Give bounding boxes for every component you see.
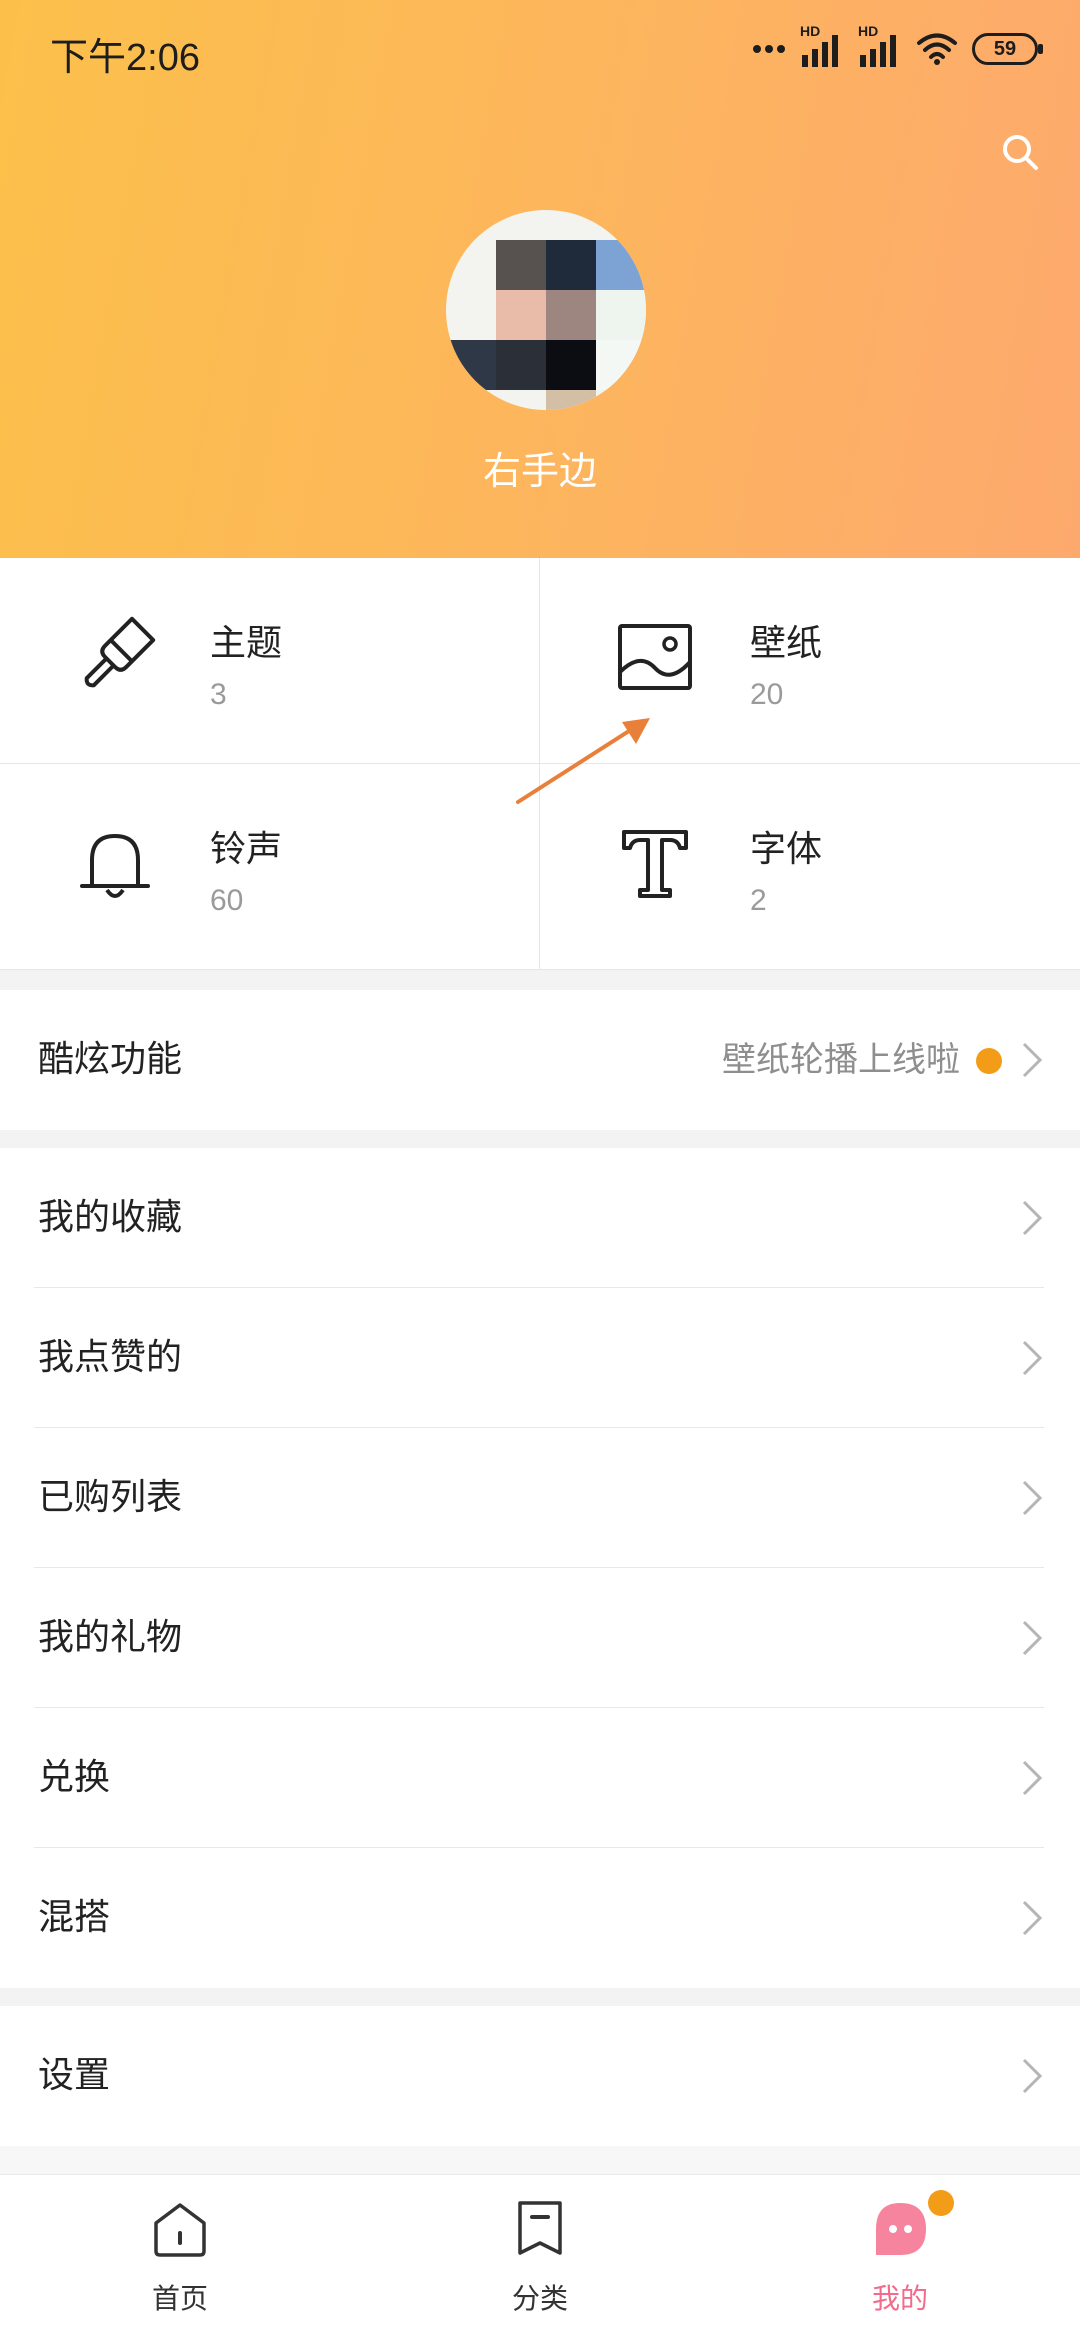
quick-item-title: 主题 xyxy=(210,623,283,664)
chevron-right-icon xyxy=(1022,1042,1043,1078)
quick-item-count: 2 xyxy=(750,884,767,917)
new-badge-dot xyxy=(976,1048,1002,1074)
image-icon xyxy=(610,612,700,702)
row-label: 设置 xyxy=(38,2055,111,2096)
nav-category[interactable]: 分类 xyxy=(360,2175,720,2340)
section-gap xyxy=(0,970,1080,990)
features-row[interactable]: 酷炫功能 壁纸轮播上线啦 xyxy=(0,990,1080,1130)
home-icon xyxy=(154,2203,206,2257)
quick-item-wallpapers[interactable]: 壁纸 20 xyxy=(540,558,1080,764)
status-bar: 下午2:06 HD HD 59 xyxy=(0,0,1080,100)
bottom-nav: 首页 分类 我的 xyxy=(0,2174,1080,2340)
row-label: 我的收藏 xyxy=(38,1197,183,1238)
chevron-right-icon xyxy=(1022,1620,1043,1656)
profile-header: 下午2:06 HD HD 59 右手边 xyxy=(0,0,1080,558)
category-icon xyxy=(518,2201,562,2255)
bell-icon xyxy=(70,818,160,908)
avatar[interactable] xyxy=(446,210,646,410)
avatar-pixel xyxy=(596,290,646,340)
section-gap xyxy=(0,1130,1080,1148)
settings-row[interactable]: 设置 xyxy=(0,2006,1080,2146)
nav-home[interactable]: 首页 xyxy=(0,2175,360,2340)
list-item-redeem[interactable]: 兑换 xyxy=(0,1708,1080,1848)
search-button[interactable] xyxy=(992,124,1048,180)
avatar-pixel xyxy=(596,340,646,390)
features-promo-text: 壁纸轮播上线啦 xyxy=(722,1040,960,1080)
search-icon xyxy=(1003,135,1038,170)
quick-item-fonts[interactable]: 字体 2 xyxy=(540,764,1080,970)
row-label: 我点赞的 xyxy=(38,1337,183,1378)
section-gap xyxy=(0,1988,1080,2006)
chevron-right-icon xyxy=(1022,2058,1043,2094)
quick-item-title: 字体 xyxy=(750,829,823,870)
signal-bars-icon xyxy=(860,35,896,67)
username: 右手边 xyxy=(482,449,597,493)
battery-indicator: 59 xyxy=(972,33,1043,65)
quick-item-count: 20 xyxy=(750,678,784,711)
avatar-pixel xyxy=(546,390,596,410)
chevron-right-icon xyxy=(1022,1200,1043,1236)
nav-label: 分类 xyxy=(511,2282,568,2315)
avatar-pixel xyxy=(496,340,546,390)
chevron-right-icon xyxy=(1022,1340,1043,1376)
profile-icon xyxy=(876,2203,926,2255)
status-icons: HD HD 59 xyxy=(752,23,1043,72)
chevron-right-icon xyxy=(1022,1480,1043,1516)
quick-item-count: 3 xyxy=(210,678,227,711)
quick-item-ringtones[interactable]: 铃声 60 xyxy=(0,764,540,970)
quick-item-count: 60 xyxy=(210,884,244,917)
more-dots-icon xyxy=(753,45,785,53)
quick-item-title: 铃声 xyxy=(210,829,283,870)
list-item-mix[interactable]: 混搭 xyxy=(0,1848,1080,1988)
signal-bars-icon xyxy=(802,35,838,67)
row-label: 兑换 xyxy=(38,1757,111,1798)
row-label: 已购列表 xyxy=(38,1477,183,1518)
nav-profile[interactable]: 我的 xyxy=(720,2175,1080,2340)
signal-1: HD xyxy=(800,23,844,69)
avatar-pixel xyxy=(446,340,496,390)
nav-label: 首页 xyxy=(151,2282,208,2315)
chevron-right-icon xyxy=(1022,1760,1043,1796)
row-label: 酷炫功能 xyxy=(38,1039,183,1080)
quick-item-title: 壁纸 xyxy=(750,623,823,664)
notification-badge xyxy=(928,2190,954,2216)
signal-2: HD xyxy=(858,23,902,69)
list-item-favorites[interactable]: 我的收藏 xyxy=(0,1148,1080,1288)
avatar-pixel xyxy=(496,240,546,290)
chevron-right-icon xyxy=(1022,1900,1043,1936)
list-item-liked[interactable]: 我点赞的 xyxy=(0,1288,1080,1428)
brush-icon xyxy=(70,612,160,702)
font-icon xyxy=(610,818,700,908)
list-item-gifts[interactable]: 我的礼物 xyxy=(0,1568,1080,1708)
avatar-pixel xyxy=(546,340,596,390)
status-time: 下午2:06 xyxy=(50,37,200,79)
avatar-pixel xyxy=(546,290,596,340)
avatar-pixel xyxy=(496,290,546,340)
quick-grid: 主题 3 壁纸 20 铃声 60 字体 2 xyxy=(0,558,1080,970)
nav-label: 我的 xyxy=(871,2282,928,2315)
section-gap xyxy=(0,2146,1080,2174)
row-label: 混搭 xyxy=(38,1897,111,1938)
list-item-purchased[interactable]: 已购列表 xyxy=(0,1428,1080,1568)
wifi-icon xyxy=(917,33,957,65)
avatar-pixel xyxy=(596,240,646,290)
row-label: 我的礼物 xyxy=(38,1617,183,1658)
quick-item-themes[interactable]: 主题 3 xyxy=(0,558,540,764)
avatar-pixel xyxy=(546,240,596,290)
